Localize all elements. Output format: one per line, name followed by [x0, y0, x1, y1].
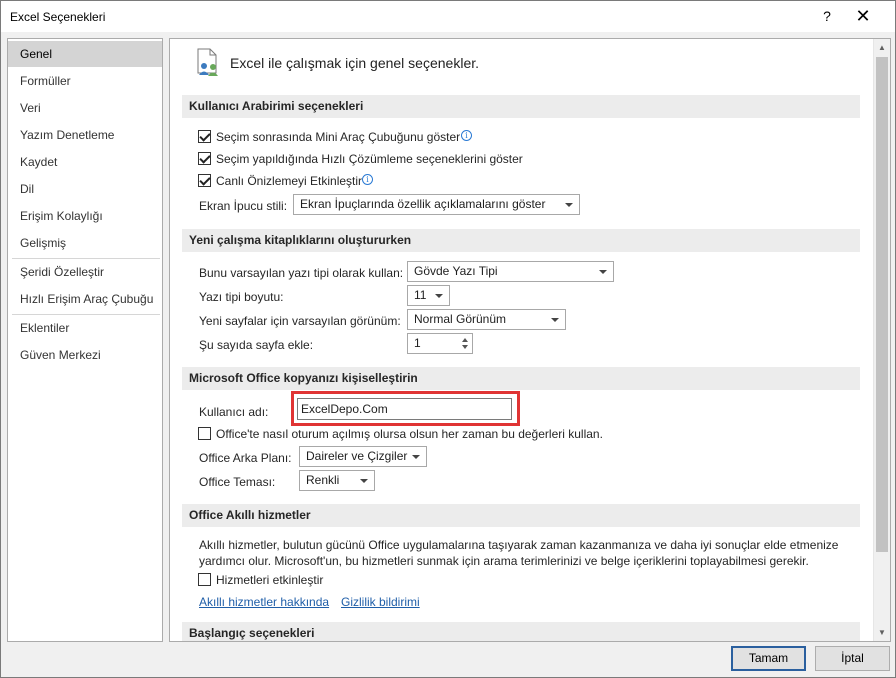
general-options-icon [194, 47, 222, 80]
username-value: ExcelDepo.Com [301, 402, 388, 416]
chevron-down-icon [435, 294, 443, 298]
enable-services-checkbox[interactable] [198, 573, 211, 586]
scrollbar[interactable]: ▲ ▼ [873, 39, 890, 641]
intelligent-description: Akıllı hizmetler, bulutun gücünü Office … [199, 537, 859, 569]
quick-analysis-label: Seçim yapıldığında Hızlı Çözümleme seçen… [216, 152, 523, 166]
theme-select[interactable]: Renkli [299, 470, 375, 491]
username-input[interactable]: ExcelDepo.Com [297, 398, 512, 420]
screentip-value: Ekran İpuçlarında özellik açıklamalarını… [300, 197, 546, 211]
nav-item-kaydet[interactable]: Kaydet [8, 149, 162, 175]
always-use-label: Office'te nasıl oturum açılmış olursa ol… [216, 427, 603, 441]
ok-button[interactable]: Tamam [731, 646, 806, 671]
font-size-label: Yazı tipi boyutu: [199, 290, 284, 304]
section-startup: Başlangıç seçenekleri [182, 622, 860, 641]
background-label: Office Arka Planı: [199, 451, 292, 465]
cancel-button[interactable]: İptal [815, 646, 890, 671]
always-use-checkbox[interactable] [198, 427, 211, 440]
nav-item-yazim-denetleme[interactable]: Yazım Denetleme [8, 122, 162, 148]
nav-item-veri[interactable]: Veri [8, 95, 162, 121]
chevron-down-icon [565, 203, 573, 207]
nav-item-genel[interactable]: Genel [8, 41, 162, 67]
section-ui-options: Kullanıcı Arabirimi seçenekleri [182, 95, 860, 118]
page-header: Excel ile çalışmak için genel seçenekler… [230, 55, 480, 71]
section-personalize: Microsoft Office kopyanızı kişiselleştir… [182, 367, 860, 390]
nav-item-erisim-kolayligi[interactable]: Erişim Kolaylığı [8, 203, 162, 229]
sheet-count-value: 1 [414, 336, 421, 350]
window-title: Excel Seçenekleri [10, 10, 106, 24]
options-dialog: Excel Seçenekleri ? ✕ Genel Formüller Ve… [0, 0, 896, 678]
live-preview-label: Canlı Önizlemeyi Etkinleştir [216, 174, 363, 188]
spin-down-icon[interactable] [462, 345, 468, 349]
close-icon[interactable]: ✕ [841, 1, 885, 32]
chevron-down-icon [412, 455, 420, 459]
nav-item-guven-merkezi[interactable]: Güven Merkezi [8, 342, 162, 368]
chevron-down-icon [551, 318, 559, 322]
background-value: Daireler ve Çizgiler [306, 449, 408, 463]
mini-toolbar-checkbox[interactable] [198, 130, 211, 143]
font-size-value: 11 [414, 288, 427, 302]
nav-item-dil[interactable]: Dil [8, 176, 162, 202]
nav-item-eklentiler[interactable]: Eklentiler [8, 315, 162, 341]
nav-item-hizli-erisim[interactable]: Hızlı Erişim Araç Çubuğu [8, 286, 162, 312]
scroll-down-icon[interactable]: ▼ [874, 624, 890, 641]
background-select[interactable]: Daireler ve Çizgiler [299, 446, 427, 467]
about-services-link[interactable]: Akıllı hizmetler hakkında [199, 595, 329, 609]
info-icon[interactable]: i [461, 130, 472, 141]
sheet-count-stepper[interactable]: 1 [407, 333, 473, 354]
font-size-select[interactable]: 11 [407, 285, 450, 306]
nav-item-formuller[interactable]: Formüller [8, 68, 162, 94]
mini-toolbar-label: Seçim sonrasında Mini Araç Çubuğunu göst… [216, 130, 461, 144]
chevron-down-icon [360, 479, 368, 483]
chevron-down-icon [599, 270, 607, 274]
spin-up-icon[interactable] [462, 338, 468, 342]
default-font-value: Gövde Yazı Tipi [414, 264, 498, 278]
section-intelligent-services: Office Akıllı hizmetler [182, 504, 860, 527]
screentip-select[interactable]: Ekran İpuçlarında özellik açıklamalarını… [293, 194, 580, 215]
scroll-up-icon[interactable]: ▲ [874, 39, 890, 56]
quick-analysis-checkbox[interactable] [198, 152, 211, 165]
settings-panel: Excel ile çalışmak için genel seçenekler… [169, 38, 891, 642]
title-bar: Excel Seçenekleri ? ✕ [1, 1, 895, 32]
section-new-workbooks: Yeni çalışma kitaplıklarını oluştururken [182, 229, 860, 252]
enable-services-label: Hizmetleri etkinleştir [216, 573, 324, 587]
screentip-label: Ekran İpucu stili: [199, 199, 288, 213]
default-font-select[interactable]: Gövde Yazı Tipi [407, 261, 614, 282]
category-nav: Genel Formüller Veri Yazım Denetleme Kay… [7, 38, 163, 642]
default-view-label: Yeni sayfalar için varsayılan görünüm: [199, 314, 401, 328]
nav-item-seridi-ozellestir[interactable]: Şeridi Özelleştir [8, 259, 162, 285]
nav-item-gelismis[interactable]: Gelişmiş [8, 230, 162, 256]
theme-value: Renkli [306, 473, 340, 487]
default-view-select[interactable]: Normal Görünüm [407, 309, 566, 330]
sheet-count-label: Şu sayıda sayfa ekle: [199, 338, 314, 352]
live-preview-checkbox[interactable] [198, 174, 211, 187]
username-label: Kullanıcı adı: [199, 405, 269, 419]
default-font-label: Bunu varsayılan yazı tipi olarak kullan: [199, 266, 404, 280]
intelligent-description-line2: yardımcı olur. Microsoft'un, bu hizmetle… [199, 554, 809, 568]
intelligent-description-line1: Akıllı hizmetler, bulutun gücünü Office … [199, 538, 839, 552]
info-icon[interactable]: i [362, 174, 373, 185]
scroll-thumb[interactable] [876, 57, 888, 552]
privacy-link[interactable]: Gizlilik bildirimi [341, 595, 420, 609]
theme-label: Office Teması: [199, 475, 276, 489]
default-view-value: Normal Görünüm [414, 312, 507, 326]
